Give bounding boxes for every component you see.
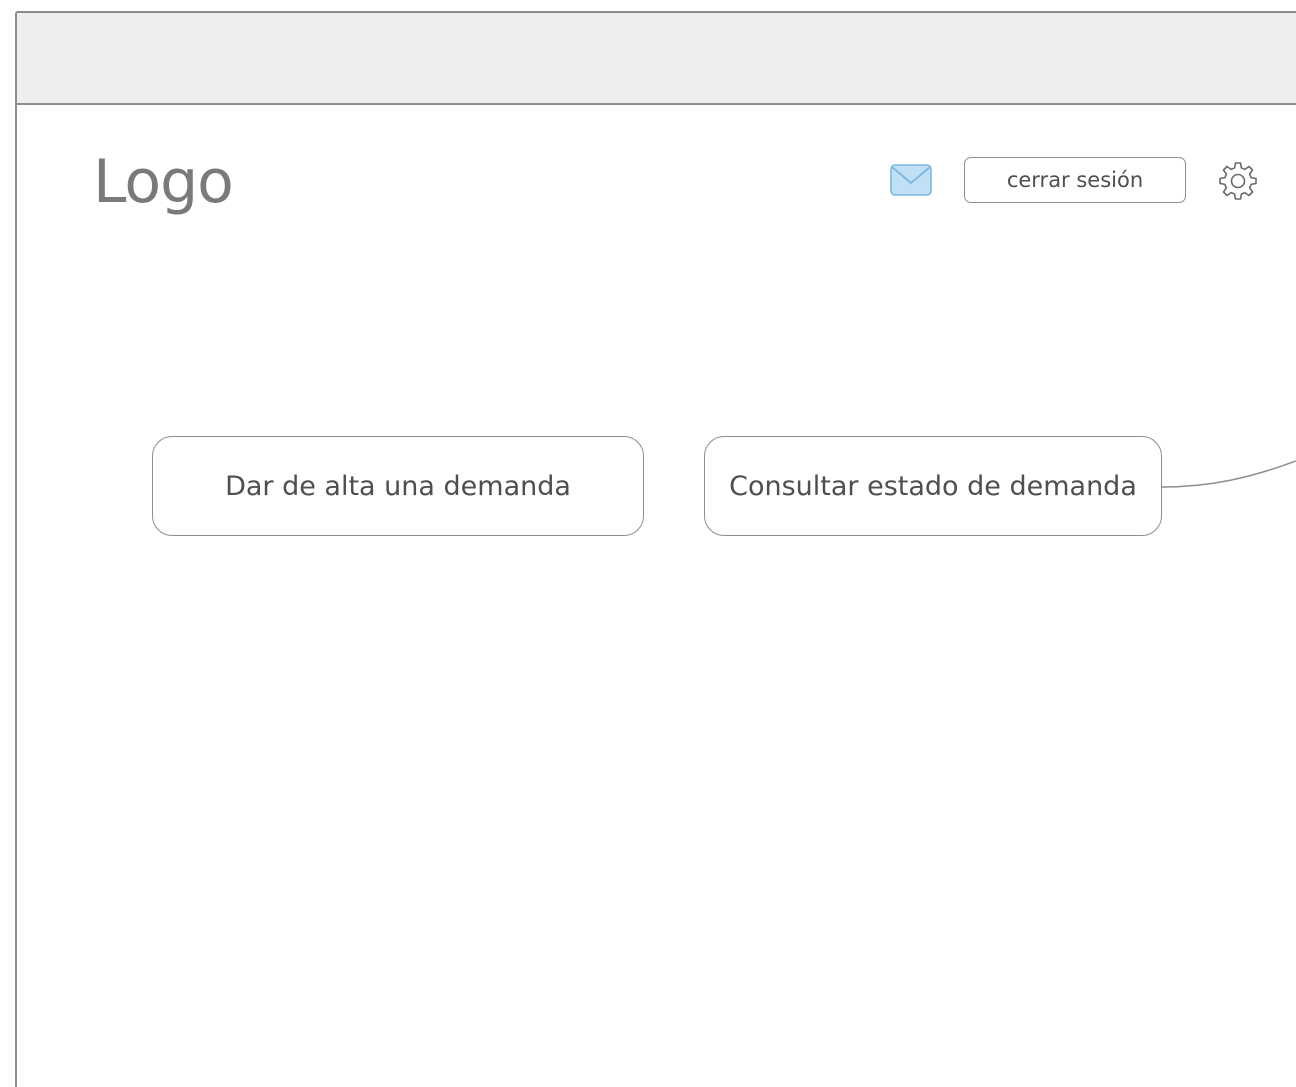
settings-gear-icon[interactable] — [1218, 161, 1258, 201]
window-titlebar — [17, 13, 1296, 105]
mail-icon[interactable] — [889, 162, 933, 198]
check-demand-status-button[interactable]: Consultar estado de demanda — [704, 436, 1162, 536]
logout-button[interactable]: cerrar sesión — [964, 157, 1186, 203]
logo: Logo — [93, 147, 234, 217]
page: Logo cerrar sesión Dar de alta una deman… — [0, 0, 1296, 1087]
create-demand-button[interactable]: Dar de alta una demanda — [152, 436, 644, 536]
